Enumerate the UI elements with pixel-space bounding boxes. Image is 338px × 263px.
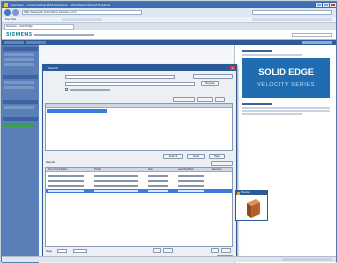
url-input[interactable]: http://www.plm.automation.siemens.com/ bbox=[22, 10, 142, 15]
sidebar-header bbox=[3, 100, 38, 104]
col-folder[interactable]: Folder bbox=[94, 168, 134, 172]
help-button[interactable]: Help bbox=[209, 154, 225, 159]
nav-item[interactable] bbox=[302, 41, 332, 44]
preview-title: Preview bbox=[241, 191, 250, 194]
results-grid-header: Document Name Folder Size Last Modified … bbox=[46, 168, 232, 172]
nav-item[interactable] bbox=[4, 41, 24, 44]
forward-icon[interactable] bbox=[12, 9, 19, 16]
sidebar-item[interactable] bbox=[4, 53, 34, 56]
status-bar bbox=[2, 256, 336, 262]
dialog-titlebar: Search x bbox=[43, 65, 236, 71]
news-heading bbox=[242, 103, 272, 105]
page-select[interactable] bbox=[163, 248, 173, 253]
results-label: Results bbox=[46, 161, 56, 164]
include-subfolders-checkbox[interactable] bbox=[65, 88, 68, 91]
sidebar bbox=[2, 45, 39, 263]
browser-window: Siemens – Customizing PLM Solutions – Wi… bbox=[1, 1, 337, 263]
filter-button[interactable] bbox=[197, 97, 213, 102]
pane-heading bbox=[242, 50, 272, 52]
results-per-page-input[interactable] bbox=[73, 249, 87, 253]
results-grid[interactable]: Document Name Folder Size Last Modified … bbox=[45, 167, 233, 247]
news-line bbox=[242, 110, 330, 112]
remove-button[interactable] bbox=[215, 97, 225, 102]
col-last-modified[interactable]: Last Modified bbox=[178, 168, 204, 172]
pane-subheading bbox=[242, 54, 302, 56]
part-3d-icon[interactable] bbox=[244, 197, 262, 219]
criteria-row[interactable] bbox=[47, 109, 107, 113]
banner-title: SOLID EDGE bbox=[258, 67, 314, 78]
prev-page-button[interactable] bbox=[153, 248, 161, 253]
col-document-name[interactable]: Document Name bbox=[48, 168, 84, 172]
ie-icon bbox=[4, 3, 8, 7]
news-line bbox=[242, 107, 330, 109]
news-line bbox=[242, 113, 302, 115]
sidebar-header bbox=[3, 75, 38, 79]
criteria-grid[interactable] bbox=[45, 103, 233, 151]
search-dialog: Search x Browse Search Clear Help Result… bbox=[42, 64, 237, 260]
sidebar-header bbox=[3, 117, 38, 121]
results-options-button[interactable] bbox=[211, 161, 233, 166]
sidebar-item[interactable] bbox=[4, 58, 34, 61]
search-button[interactable]: Search bbox=[163, 154, 183, 159]
page-label: Page bbox=[46, 250, 53, 253]
zoom-level[interactable] bbox=[282, 258, 332, 261]
siemens-logo[interactable]: SIEMENS bbox=[6, 32, 32, 38]
preview-icon bbox=[237, 191, 240, 195]
right-pane: SOLID EDGE VELOCITY SERIES bbox=[234, 45, 336, 263]
table-row[interactable] bbox=[46, 184, 232, 188]
preview-titlebar: Preview bbox=[236, 191, 267, 195]
sidebar-item[interactable] bbox=[4, 106, 34, 109]
sidebar-header bbox=[3, 47, 38, 51]
site-tagline bbox=[34, 34, 94, 36]
favorites-label[interactable]: Favorites bbox=[5, 18, 16, 21]
table-row[interactable] bbox=[46, 179, 232, 183]
minimize-button[interactable] bbox=[316, 3, 322, 7]
command-bar[interactable] bbox=[252, 18, 332, 21]
dialog-title: Search bbox=[48, 66, 59, 70]
close-window-button[interactable] bbox=[330, 3, 336, 7]
back-icon[interactable] bbox=[4, 9, 11, 16]
clear-button[interactable]: Clear bbox=[187, 154, 205, 159]
table-row-selected[interactable] bbox=[46, 189, 232, 193]
find-button[interactable] bbox=[173, 97, 195, 102]
preview-window: Preview bbox=[235, 190, 268, 221]
criteria-grid-header bbox=[46, 104, 232, 108]
col-revision[interactable]: Revision bbox=[212, 168, 232, 172]
nav-item[interactable] bbox=[26, 41, 46, 44]
favorites-item[interactable] bbox=[62, 18, 102, 21]
window-title: Siemens – Customizing PLM Solutions – Wi… bbox=[11, 3, 111, 7]
site-header: SIEMENS bbox=[2, 30, 336, 40]
table-row[interactable] bbox=[46, 174, 232, 178]
col-size[interactable]: Size bbox=[148, 168, 168, 172]
sidebar-item[interactable] bbox=[4, 86, 34, 89]
search-options[interactable] bbox=[193, 74, 233, 79]
tab-strip: Siemens – Solid Edge bbox=[2, 23, 336, 30]
search-for-field[interactable] bbox=[65, 75, 175, 79]
browse-button[interactable]: Browse bbox=[201, 81, 219, 86]
banner-subtitle: VELOCITY SERIES bbox=[257, 82, 315, 88]
next-page-button[interactable] bbox=[211, 248, 219, 253]
maximize-button[interactable] bbox=[323, 3, 329, 7]
search-input[interactable] bbox=[252, 10, 332, 15]
address-bar: http://www.plm.automation.siemens.com/ bbox=[2, 8, 336, 17]
close-icon[interactable]: x bbox=[230, 66, 235, 70]
sidebar-item[interactable] bbox=[4, 63, 34, 66]
solid-edge-banner[interactable]: SOLID EDGE VELOCITY SERIES bbox=[242, 58, 330, 98]
look-in-field[interactable] bbox=[65, 82, 195, 86]
sidebar-highlight-button[interactable] bbox=[4, 123, 34, 127]
sidebar-item[interactable] bbox=[4, 81, 34, 84]
include-subfolders-label bbox=[70, 89, 110, 91]
last-page-button[interactable] bbox=[221, 248, 231, 253]
page-number-input[interactable] bbox=[57, 249, 67, 253]
site-search-input[interactable] bbox=[292, 33, 332, 37]
